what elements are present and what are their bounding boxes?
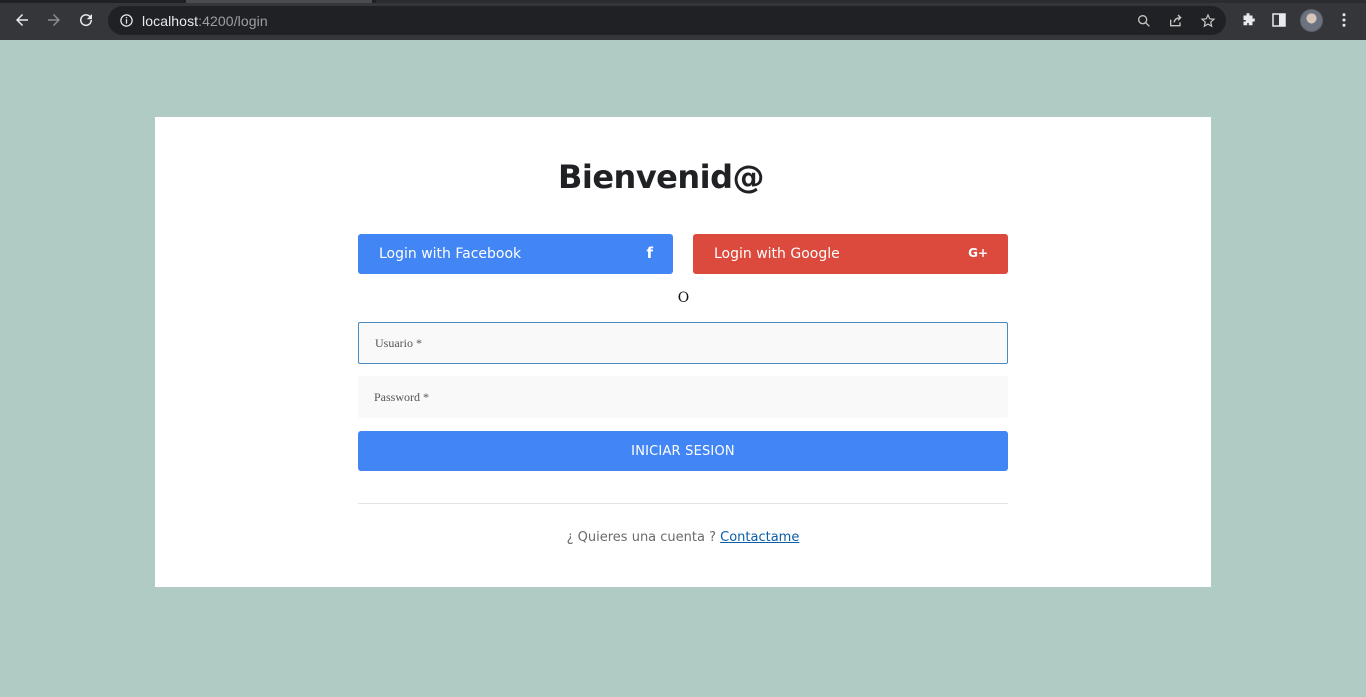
tab-strip — [0, 0, 1366, 3]
more-menu-icon[interactable] — [1335, 11, 1353, 29]
contact-link[interactable]: Contactame — [720, 530, 799, 545]
facebook-button-label: Login with Facebook — [379, 246, 522, 262]
username-field[interactable] — [358, 322, 1008, 364]
login-google-button[interactable]: Login with Google G+ — [693, 234, 1008, 274]
zoom-icon[interactable] — [1136, 13, 1152, 29]
reload-icon[interactable] — [75, 9, 97, 31]
star-icon[interactable] — [1200, 13, 1216, 29]
back-arrow-icon[interactable] — [11, 9, 33, 31]
address-bar[interactable]: localhost:4200/login — [108, 6, 1226, 35]
submit-button[interactable]: INICIAR SESION — [358, 431, 1008, 471]
side-panel-icon[interactable] — [1270, 11, 1288, 29]
url-host: localhost — [142, 13, 199, 29]
signup-prompt-text: ¿ Quieres una cuenta ? — [566, 530, 721, 545]
google-button-label: Login with Google — [714, 246, 840, 262]
password-field[interactable] — [358, 376, 1008, 418]
google-plus-icon: G+ — [968, 246, 988, 260]
username-input[interactable] — [359, 323, 1007, 363]
login-facebook-button[interactable]: Login with Facebook f — [358, 234, 673, 274]
share-icon[interactable] — [1168, 13, 1184, 29]
separator-text: O — [677, 290, 690, 306]
page-title: Bienvenid@ — [557, 158, 765, 196]
browser-toolbar: localhost:4200/login — [0, 0, 1366, 40]
profile-avatar[interactable] — [1300, 9, 1323, 32]
signup-prompt: ¿ Quieres una cuenta ? Contactame — [0, 530, 1366, 545]
password-input[interactable] — [358, 376, 1008, 418]
url-path: :4200/login — [198, 13, 268, 29]
url-text[interactable]: localhost:4200/login — [142, 13, 268, 29]
facebook-icon: f — [646, 244, 653, 262]
divider — [358, 503, 1008, 504]
extensions-icon[interactable] — [1239, 11, 1257, 29]
site-info-icon[interactable] — [119, 13, 134, 28]
forward-arrow-icon[interactable] — [43, 9, 65, 31]
